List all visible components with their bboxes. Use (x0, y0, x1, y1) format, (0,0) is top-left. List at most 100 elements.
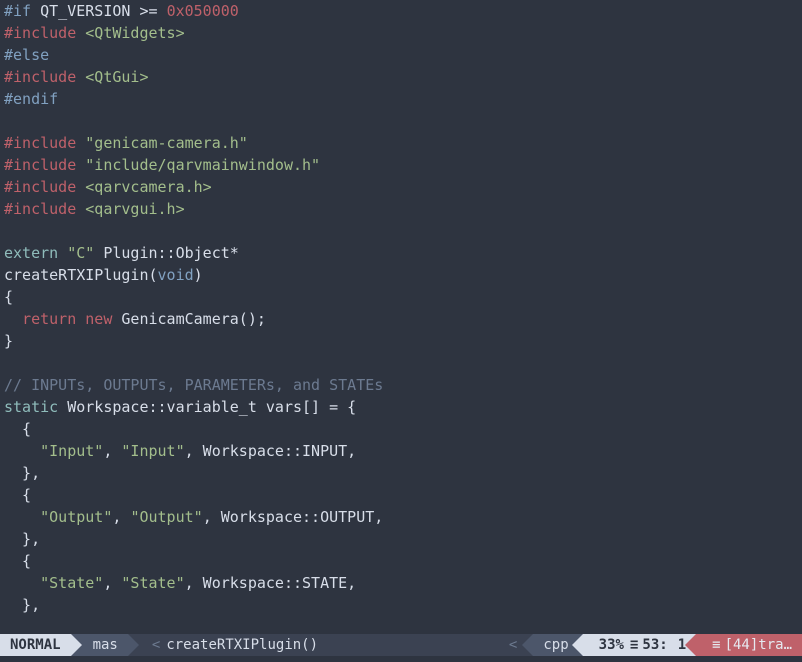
token-kw2: return (22, 310, 76, 328)
code-line[interactable]: #else (4, 44, 798, 66)
token-id: { (4, 552, 31, 570)
token-id: , (103, 574, 121, 592)
token-hdr: "genicam-camera.h" (85, 134, 248, 152)
mode-segment: NORMAL (0, 634, 71, 656)
code-line[interactable]: #include <QtWidgets> (4, 22, 798, 44)
token-kw2: new (85, 310, 112, 328)
code-line[interactable]: #include <qarvcamera.h> (4, 176, 798, 198)
token-pp: #if (4, 2, 31, 20)
code-line[interactable] (4, 220, 798, 242)
code-line[interactable]: { (4, 484, 798, 506)
code-line[interactable]: #include <QtGui> (4, 66, 798, 88)
code-line[interactable]: #include <qarvgui.h> (4, 198, 798, 220)
token-ppk: #include (4, 200, 76, 218)
token-pp: #else (4, 46, 49, 64)
error-icon: ≡ (712, 634, 720, 656)
token-id: QT_VERSION (31, 2, 139, 20)
code-line[interactable]: static Workspace::variable_t vars[] = { (4, 396, 798, 418)
token-id (76, 200, 85, 218)
code-line[interactable]: { (4, 286, 798, 308)
token-punc: { (4, 288, 13, 306)
code-line[interactable]: "Input", "Input", Workspace::INPUT, (4, 440, 798, 462)
token-id (76, 134, 85, 152)
error-text: [44]tra… (725, 634, 792, 656)
token-num: 0x050000 (167, 2, 239, 20)
token-cmt: // INPUTs, OUTPUTs, PARAMETERs, and STAT… (4, 376, 383, 394)
colon: : (659, 634, 667, 656)
code-line[interactable]: } (4, 330, 798, 352)
code-line[interactable]: #if QT_VERSION >= 0x050000 (4, 0, 798, 22)
token-ppk: #include (4, 134, 76, 152)
token-id: , Workspace::INPUT, (185, 442, 357, 460)
code-line[interactable]: }, (4, 528, 798, 550)
thin-separator-icon: < (146, 634, 166, 656)
token-str: "Input" (121, 442, 184, 460)
code-line[interactable]: #include "include/qarvmainwindow.h" (4, 154, 798, 176)
token-id (76, 310, 85, 328)
token-id: ) (194, 266, 203, 284)
token-hdr: <QtGui> (85, 68, 148, 86)
code-line[interactable]: #include "genicam-camera.h" (4, 132, 798, 154)
token-str: "Output" (40, 508, 112, 526)
status-line: NORMAL mas < createRTXIPlugin() < cpp 33… (0, 634, 802, 656)
token-punc: } (4, 332, 13, 350)
error-segment[interactable]: ≡ [44]tra… (696, 634, 802, 656)
token-id (58, 244, 67, 262)
thin-separator-icon: < (503, 634, 523, 656)
token-ppk: #include (4, 68, 76, 86)
code-line[interactable]: return new GenicamCamera(); (4, 308, 798, 330)
branch-name: mas (93, 634, 118, 656)
token-hdr: <QtWidgets> (85, 24, 184, 42)
token-id (76, 156, 85, 174)
token-ppk: #include (4, 156, 76, 174)
token-id (4, 574, 40, 592)
token-kw: extern (4, 244, 58, 262)
token-id: , Workspace::OUTPUT, (203, 508, 384, 526)
token-hdr: "include/qarvmainwindow.h" (85, 156, 320, 174)
token-id (4, 508, 40, 526)
code-line[interactable] (4, 352, 798, 374)
code-line[interactable]: { (4, 418, 798, 440)
token-punc: >= (139, 2, 157, 20)
token-id: }, (4, 530, 40, 548)
token-str: "Output" (130, 508, 202, 526)
token-hdr: <qarvgui.h> (85, 200, 184, 218)
token-id: }, (4, 464, 40, 482)
token-id: , Workspace::STATE, (185, 574, 357, 592)
code-line[interactable]: #endif (4, 88, 798, 110)
token-str: "State" (121, 574, 184, 592)
token-str: "Input" (40, 442, 103, 460)
token-id: }, (4, 596, 40, 614)
token-str: "C" (67, 244, 94, 262)
token-id (76, 68, 85, 86)
context-segment: < createRTXIPlugin() < (128, 634, 533, 656)
code-line[interactable]: extern "C" Plugin::Object* (4, 242, 798, 264)
token-id: Workspace::variable_t vars[] = { (58, 398, 356, 416)
code-line[interactable]: }, (4, 594, 798, 616)
token-id (158, 2, 167, 20)
code-line[interactable] (4, 110, 798, 132)
token-ppk: #include (4, 178, 76, 196)
token-id: , (112, 508, 130, 526)
token-kw: static (4, 398, 58, 416)
percent-text: 33% (599, 634, 624, 656)
token-id: { (4, 486, 31, 504)
token-id (76, 178, 85, 196)
code-line[interactable]: }, (4, 462, 798, 484)
token-ppk: #include (4, 24, 76, 42)
token-pp: #endif (4, 90, 58, 108)
code-editor[interactable]: #if QT_VERSION >= 0x050000#include <QtWi… (0, 0, 802, 616)
line-number: 53 (642, 634, 659, 656)
code-line[interactable]: { (4, 550, 798, 572)
token-id: { (4, 420, 31, 438)
code-line[interactable]: "State", "State", Workspace::STATE, (4, 572, 798, 594)
code-line[interactable]: "Output", "Output", Workspace::OUTPUT, (4, 506, 798, 528)
code-line[interactable]: // INPUTs, OUTPUTs, PARAMETERs, and STAT… (4, 374, 798, 396)
code-line[interactable]: createRTXIPlugin(void) (4, 264, 798, 286)
mode-text: NORMAL (10, 634, 61, 656)
line-icon: ≡ (630, 634, 638, 656)
token-id: GenicamCamera(); (112, 310, 266, 328)
filetype-text: cpp (543, 634, 568, 656)
position-segment: 33% ≡ 53 : 1 (583, 634, 696, 656)
token-type: void (158, 266, 194, 284)
